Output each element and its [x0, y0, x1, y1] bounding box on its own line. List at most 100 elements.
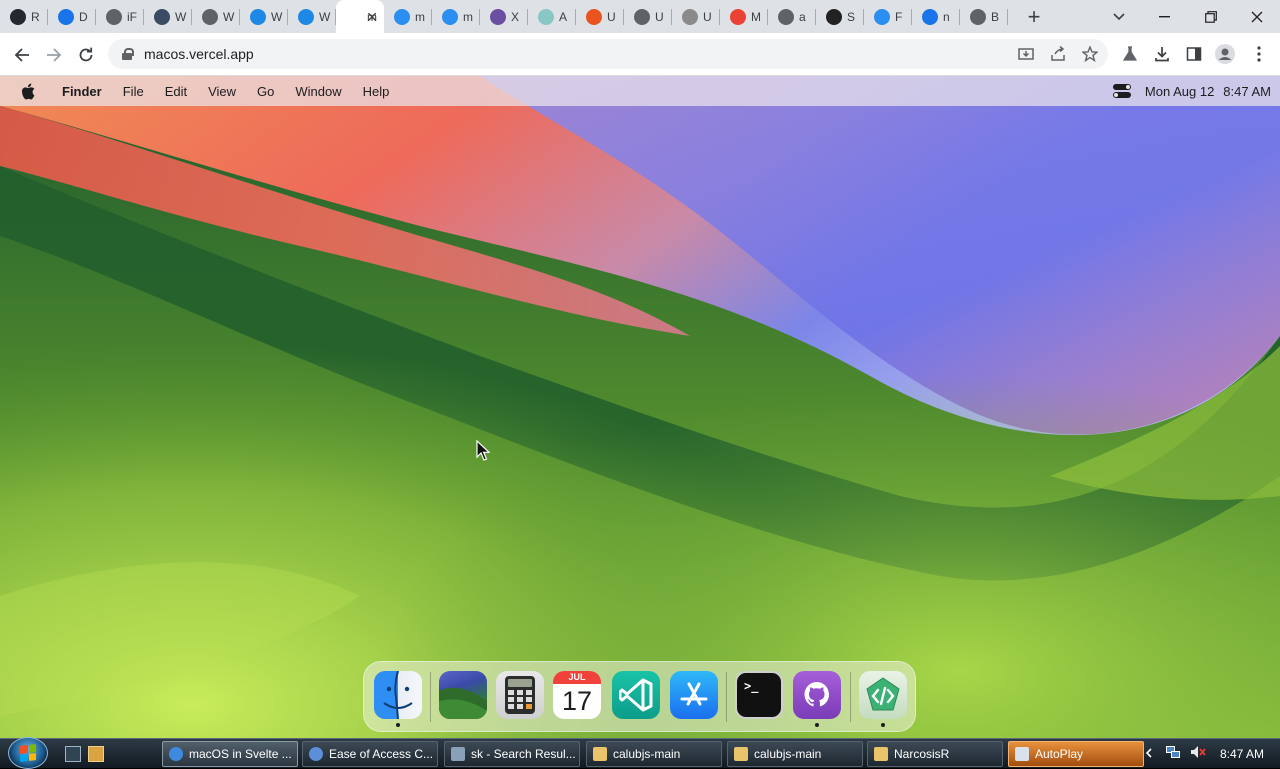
show-desktop-icon[interactable] — [65, 746, 81, 762]
browser-tab[interactable]: U — [576, 0, 624, 33]
minimize-button[interactable] — [1142, 0, 1188, 33]
browser-tab[interactable]: W — [240, 0, 288, 33]
close-window-button[interactable] — [1234, 0, 1280, 33]
tab-list: R DiF W W W Wm ✕ m m X A U U U Ma S Fn B — [0, 0, 1008, 33]
dev-tools-app-icon[interactable] — [859, 671, 907, 719]
taskbar-clock[interactable]: 8:47 AM — [1220, 747, 1264, 761]
start-button[interactable] — [8, 737, 48, 769]
browser-tab[interactable]: M — [720, 0, 768, 33]
terminal-app-icon[interactable]: >_ — [735, 671, 783, 719]
taskbar-button-label: calubjs-main — [613, 747, 681, 761]
tab-title: m — [415, 9, 425, 24]
vscode-app-icon[interactable] — [612, 671, 660, 719]
tab-title: R — [31, 9, 40, 24]
tab-title: X — [511, 9, 520, 24]
taskbar-button[interactable]: calubjs-main — [727, 741, 863, 767]
browser-tab[interactable]: U — [672, 0, 720, 33]
browser-tab[interactable]: S — [816, 0, 864, 33]
control-center-icon[interactable] — [1112, 84, 1131, 98]
profile-avatar-icon[interactable] — [1214, 43, 1236, 65]
menu-window[interactable]: Window — [295, 84, 341, 99]
taskbar-button[interactable]: NarcosisR — [867, 741, 1003, 767]
network-icon[interactable] — [1165, 745, 1180, 762]
apple-logo-icon[interactable] — [20, 82, 36, 100]
github-app-icon[interactable] — [793, 671, 841, 719]
browser-tab[interactable]: m — [432, 0, 480, 33]
menu-file[interactable]: File — [123, 84, 144, 99]
finder-icon — [394, 8, 410, 25]
browser-tab[interactable]: D — [48, 0, 96, 33]
app-store-icon[interactable] — [670, 671, 718, 719]
windows-icon — [298, 8, 314, 25]
tab-title: a — [799, 9, 806, 24]
back-arrow-icon[interactable] — [8, 41, 36, 69]
aqua-icon — [538, 8, 554, 25]
taskbar-button[interactable]: Ease of Access C... — [302, 741, 438, 767]
browser-tab[interactable]: R — [0, 0, 48, 33]
new-tab-button[interactable]: + — [1016, 0, 1052, 33]
browser-tab[interactable]: A — [528, 0, 576, 33]
browser-tab[interactable]: iF — [96, 0, 144, 33]
tab-title: F — [895, 9, 903, 24]
finder-icon — [874, 8, 890, 25]
url-text[interactable]: macos.vercel.app — [144, 46, 254, 62]
browser-tab[interactable]: X — [480, 0, 528, 33]
github-running-indicator — [815, 723, 819, 727]
menu-bar-time[interactable]: 8:47 AM — [1223, 84, 1271, 99]
tab-close-icon[interactable]: ✕ — [366, 9, 378, 26]
lock-icon[interactable] — [122, 48, 134, 60]
menu-kebab-icon[interactable] — [1248, 43, 1270, 65]
browser-tab[interactable]: B — [960, 0, 1008, 33]
tray-expand-chevron-icon[interactable] — [1145, 746, 1152, 761]
menu-help[interactable]: Help — [363, 84, 390, 99]
taskbar-button[interactable]: AutoPlay — [1008, 741, 1144, 767]
page-icon — [346, 9, 362, 25]
reload-icon[interactable] — [72, 41, 100, 69]
macos-menu-bar: Finder File Edit View Go Window Help Mon… — [0, 76, 1280, 106]
forward-arrow-icon[interactable] — [40, 41, 68, 69]
folder-icon — [734, 747, 748, 761]
browser-tab[interactable]: m ✕ — [336, 0, 384, 33]
extension-flask-icon[interactable] — [1119, 43, 1141, 65]
menu-bar-date[interactable]: Mon Aug 12 — [1145, 84, 1214, 99]
calendar-app-icon[interactable]: JUL 17 — [553, 671, 601, 719]
windows-taskbar: macOS in Svelte ... Ease of Access C... sk… — [0, 737, 1280, 769]
browser-tab[interactable]: m — [384, 0, 432, 33]
install-app-icon[interactable] — [1015, 43, 1037, 65]
browser-tab[interactable]: n — [912, 0, 960, 33]
finder-app-icon[interactable] — [374, 671, 422, 719]
menu-edit[interactable]: Edit — [165, 84, 187, 99]
taskbar-button[interactable]: sk - Search Resul... — [444, 741, 580, 767]
menu-bar-status: Mon Aug 12 8:47 AM — [1112, 76, 1271, 106]
browser-tab[interactable]: W — [192, 0, 240, 33]
tab-title: iF — [127, 9, 137, 24]
browser-tab[interactable]: a — [768, 0, 816, 33]
menu-view[interactable]: View — [208, 84, 236, 99]
windows-icon — [250, 8, 266, 25]
browser-tab[interactable]: W — [144, 0, 192, 33]
taskbar-button[interactable]: macOS in Svelte ... — [162, 741, 298, 767]
wallpapers-app-icon[interactable] — [439, 671, 487, 719]
macos-desktop[interactable]: Finder File Edit View Go Window Help Mon… — [0, 76, 1280, 738]
browser-tab[interactable]: F — [864, 0, 912, 33]
volume-muted-icon[interactable] — [1190, 745, 1206, 762]
side-panel-icon[interactable] — [1183, 43, 1205, 65]
browser-tab[interactable]: W — [288, 0, 336, 33]
browser-tab[interactable]: U — [624, 0, 672, 33]
menu-go[interactable]: Go — [257, 84, 274, 99]
dock-separator — [430, 672, 431, 722]
menu-app-name[interactable]: Finder — [62, 84, 102, 99]
share-icon[interactable] — [1047, 43, 1069, 65]
bookmark-star-icon[interactable] — [1079, 43, 1101, 65]
restore-button[interactable] — [1188, 0, 1234, 33]
app-icon — [154, 8, 170, 25]
macos-dock: JUL 17 >_ — [363, 661, 916, 732]
taskbar-button[interactable]: calubjs-main — [586, 741, 722, 767]
calendar-month: JUL — [553, 671, 601, 684]
address-bar[interactable]: macos.vercel.app — [108, 39, 1108, 69]
quick-launch-folder-icon[interactable] — [88, 746, 104, 762]
calculator-app-icon[interactable] — [496, 671, 544, 719]
control-panel-icon — [309, 747, 323, 761]
downloads-icon[interactable] — [1151, 43, 1173, 65]
tab-search-chevron-icon[interactable] — [1096, 0, 1142, 33]
